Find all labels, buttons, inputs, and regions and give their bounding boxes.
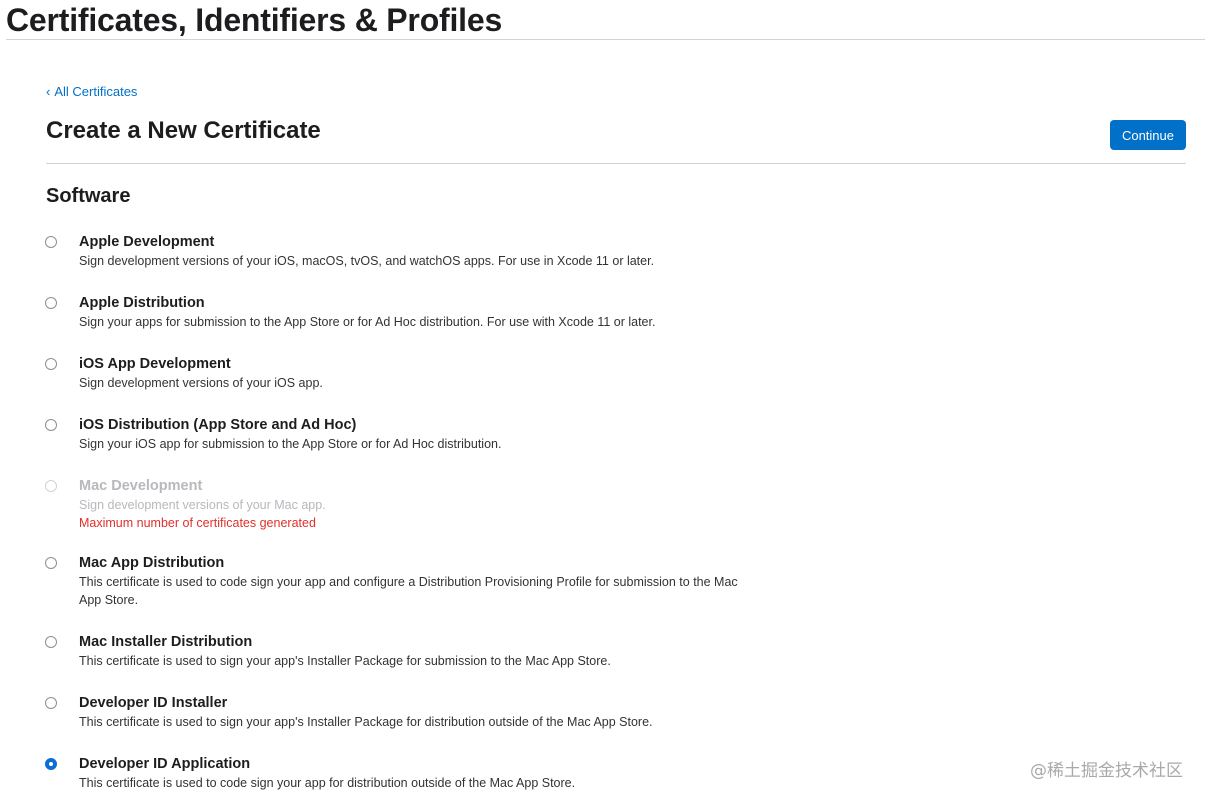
option-description: Sign development versions of your iOS ap… [79, 376, 323, 390]
option-description: This certificate is used to sign your ap… [79, 654, 611, 668]
radio-button[interactable] [45, 236, 57, 248]
page-title: Create a New Certificate [46, 117, 321, 144]
option-title: Developer ID Installer [79, 695, 228, 711]
option-warning: Maximum number of certificates generated [79, 516, 316, 530]
option-description: Sign your iOS app for submission to the … [79, 437, 502, 451]
option-ios-app-development[interactable]: iOS App Development Sign development ver… [44, 354, 764, 415]
all-certificates-link[interactable]: ‹ All Certificates [46, 84, 137, 99]
option-mac-app-distribution[interactable]: Mac App Distribution This certificate is… [44, 553, 764, 632]
radio-button-selected[interactable] [45, 758, 57, 770]
option-title: Developer ID Application [79, 756, 251, 772]
radio-button[interactable] [45, 557, 57, 569]
option-description: This certificate is used to sign your ap… [79, 715, 653, 729]
option-description: This certificate is used to code sign yo… [79, 575, 738, 607]
option-title: Mac Development [79, 478, 203, 494]
option-title: Apple Development [79, 234, 215, 250]
all-certificates-link-label: All Certificates [54, 84, 138, 99]
radio-button[interactable] [45, 297, 57, 309]
page-header: Certificates, Identifiers & Profiles [6, 0, 1205, 40]
option-mac-development: Mac Development Sign development version… [44, 476, 764, 553]
section-title-software: Software [46, 185, 131, 207]
radio-button[interactable] [45, 358, 57, 370]
page-header-title: Certificates, Identifiers & Profiles [6, 2, 503, 38]
option-title: Mac App Distribution [79, 555, 225, 571]
radio-button[interactable] [45, 697, 57, 709]
option-title: Apple Distribution [79, 295, 205, 311]
option-description: This certificate is used to code sign yo… [79, 776, 576, 790]
option-developer-id-installer[interactable]: Developer ID Installer This certificate … [44, 693, 764, 754]
option-title: iOS App Development [79, 356, 231, 372]
option-developer-id-application[interactable]: Developer ID Application This certificat… [44, 754, 764, 804]
option-description: Sign your apps for submission to the App… [79, 315, 656, 329]
option-description: Sign development versions of your iOS, m… [79, 254, 655, 268]
option-apple-distribution[interactable]: Apple Distribution Sign your apps for su… [44, 293, 764, 354]
continue-button[interactable]: Continue [1109, 120, 1186, 150]
option-mac-installer-distribution[interactable]: Mac Installer Distribution This certific… [44, 632, 764, 693]
watermark: @稀土掘金技术社区 [1030, 761, 1183, 781]
title-row: Create a New Certificate Continue [46, 112, 1186, 164]
certificate-type-list: Apple Development Sign development versi… [44, 232, 764, 804]
option-apple-development[interactable]: Apple Development Sign development versi… [44, 232, 764, 293]
option-title: Mac Installer Distribution [79, 634, 253, 650]
option-ios-distribution[interactable]: iOS Distribution (App Store and Ad Hoc) … [44, 415, 764, 476]
option-description: Sign development versions of your Mac ap… [79, 498, 326, 512]
chevron-left-icon: ‹ [46, 84, 51, 99]
radio-button[interactable] [45, 636, 57, 648]
option-title: iOS Distribution (App Store and Ad Hoc) [79, 417, 357, 433]
radio-button[interactable] [45, 419, 57, 431]
radio-button [45, 480, 57, 492]
